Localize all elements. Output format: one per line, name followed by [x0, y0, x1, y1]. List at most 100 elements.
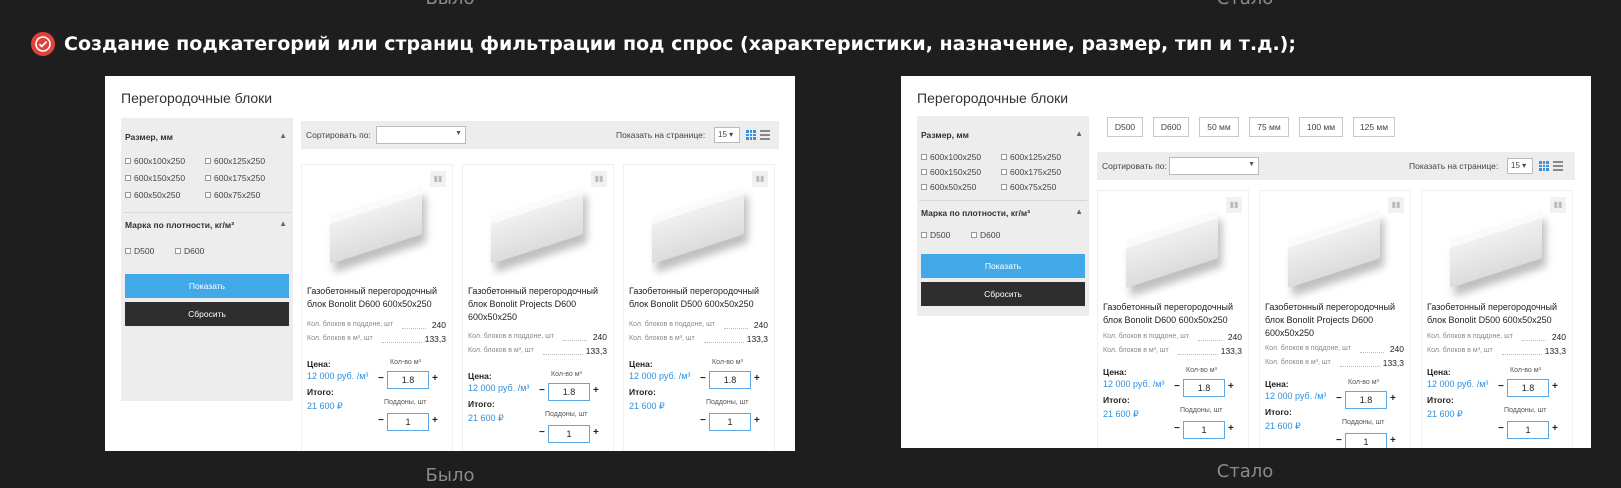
minus-button[interactable]: −: [1336, 435, 1342, 446]
plus-button[interactable]: +: [754, 415, 760, 426]
checkbox-icon[interactable]: [125, 158, 131, 164]
plus-button[interactable]: +: [1228, 381, 1234, 392]
chevron-up-icon[interactable]: ▲: [279, 219, 287, 228]
product-image[interactable]: [491, 186, 583, 264]
product-card[interactable]: ▮▮ Газобетонный перегородочный блок Bonol…: [301, 164, 453, 451]
product-name[interactable]: Газобетонный перегородочный блок Bonolit…: [307, 285, 451, 311]
size-checkbox[interactable]: 600x150x250: [125, 173, 185, 183]
pallets-input[interactable]: 1: [548, 425, 590, 443]
density-checkbox[interactable]: D500: [921, 230, 950, 240]
compare-icon[interactable]: ▮▮: [430, 171, 446, 187]
product-card[interactable]: ▮▮ Газобетонный перегородочный блок Bonol…: [1259, 190, 1411, 448]
show-button[interactable]: Показать: [125, 274, 289, 298]
checkbox-icon[interactable]: [921, 154, 927, 160]
checkbox-icon[interactable]: [1001, 154, 1007, 160]
plus-button[interactable]: +: [1552, 381, 1558, 392]
plus-button[interactable]: +: [1228, 423, 1234, 434]
product-name[interactable]: Газобетонный перегородочный блок Bonolit…: [629, 285, 773, 311]
size-checkbox[interactable]: 600x50x250: [125, 190, 180, 200]
quick-filter-tag[interactable]: 125 мм: [1353, 117, 1395, 137]
plus-button[interactable]: +: [593, 427, 599, 438]
size-checkbox[interactable]: 600x75x250: [1001, 182, 1056, 192]
checkbox-icon[interactable]: [205, 158, 211, 164]
minus-button[interactable]: −: [1498, 381, 1504, 392]
compare-icon[interactable]: ▮▮: [1550, 197, 1566, 213]
minus-button[interactable]: −: [1174, 381, 1180, 392]
list-view-icon[interactable]: [1553, 161, 1563, 171]
checkbox-icon[interactable]: [125, 248, 131, 254]
quick-filter-tag[interactable]: 50 мм: [1199, 117, 1239, 137]
product-name[interactable]: Газобетонный перегородочный блок Bonolit…: [1427, 301, 1571, 327]
size-checkbox[interactable]: 600x125x250: [1001, 152, 1061, 162]
quick-filter-tag[interactable]: D600: [1153, 117, 1189, 137]
product-image[interactable]: [1288, 210, 1380, 288]
checkbox-icon[interactable]: [125, 175, 131, 181]
product-name[interactable]: Газобетонный перегородочный блок Bonolit…: [1103, 301, 1247, 327]
per-page-select[interactable]: 15 ▾: [1507, 158, 1533, 174]
product-image[interactable]: [1126, 210, 1218, 288]
checkbox-icon[interactable]: [1001, 169, 1007, 175]
list-view-icon[interactable]: [760, 130, 770, 140]
checkbox-icon[interactable]: [1001, 184, 1007, 190]
product-name[interactable]: Газобетонный перегородочный блок Bonolit…: [1265, 301, 1409, 340]
quick-filter-tag[interactable]: D500: [1107, 117, 1143, 137]
compare-icon[interactable]: ▮▮: [591, 171, 607, 187]
chevron-up-icon[interactable]: ▲: [279, 131, 287, 140]
minus-button[interactable]: −: [1174, 423, 1180, 434]
product-image[interactable]: [330, 186, 422, 264]
size-checkbox[interactable]: 600x100x250: [921, 152, 981, 162]
plus-button[interactable]: +: [754, 373, 760, 384]
checkbox-icon[interactable]: [921, 169, 927, 175]
show-button[interactable]: Показать: [921, 254, 1085, 278]
qty-m3-input[interactable]: 1.8: [1507, 379, 1549, 397]
plus-button[interactable]: +: [1390, 435, 1396, 446]
size-checkbox[interactable]: 600x50x250: [921, 182, 976, 192]
minus-button[interactable]: −: [1336, 393, 1342, 404]
reset-button[interactable]: Сбросить: [125, 302, 289, 326]
quick-filter-tag[interactable]: 75 мм: [1249, 117, 1289, 137]
size-checkbox[interactable]: 600x75x250: [205, 190, 260, 200]
checkbox-icon[interactable]: [175, 248, 181, 254]
qty-m3-input[interactable]: 1.8: [1345, 391, 1387, 409]
pallets-input[interactable]: 1: [709, 413, 751, 431]
grid-view-icon[interactable]: [746, 130, 756, 140]
per-page-select[interactable]: 15 ▾: [714, 127, 740, 143]
pallets-input[interactable]: 1: [387, 413, 429, 431]
qty-m3-input[interactable]: 1.8: [387, 371, 429, 389]
size-checkbox[interactable]: 600x150x250: [921, 167, 981, 177]
compare-icon[interactable]: ▮▮: [752, 171, 768, 187]
plus-button[interactable]: +: [1390, 393, 1396, 404]
sort-select[interactable]: ▼: [376, 126, 466, 144]
size-checkbox[interactable]: 600x175x250: [205, 173, 265, 183]
checkbox-icon[interactable]: [205, 192, 211, 198]
density-checkbox[interactable]: D600: [971, 230, 1000, 240]
minus-button[interactable]: −: [378, 415, 384, 426]
qty-m3-input[interactable]: 1.8: [548, 383, 590, 401]
product-image[interactable]: [1450, 210, 1542, 288]
pallets-input[interactable]: 1: [1507, 421, 1549, 439]
density-checkbox[interactable]: D600: [175, 246, 204, 256]
checkbox-icon[interactable]: [921, 184, 927, 190]
plus-button[interactable]: +: [1552, 423, 1558, 434]
checkbox-icon[interactable]: [971, 232, 977, 238]
minus-button[interactable]: −: [700, 415, 706, 426]
minus-button[interactable]: −: [378, 373, 384, 384]
product-card[interactable]: ▮▮ Газобетонный перегородочный блок Bonol…: [1097, 190, 1249, 448]
qty-m3-input[interactable]: 1.8: [709, 371, 751, 389]
size-checkbox[interactable]: 600x125x250: [205, 156, 265, 166]
qty-m3-input[interactable]: 1.8: [1183, 379, 1225, 397]
minus-button[interactable]: −: [539, 385, 545, 396]
size-checkbox[interactable]: 600x100x250: [125, 156, 185, 166]
plus-button[interactable]: +: [593, 385, 599, 396]
product-card[interactable]: ▮▮ Газобетонный перегородочный блок Bonol…: [623, 164, 775, 451]
reset-button[interactable]: Сбросить: [921, 282, 1085, 306]
chevron-up-icon[interactable]: ▲: [1075, 129, 1083, 138]
minus-button[interactable]: −: [539, 427, 545, 438]
density-checkbox[interactable]: D500: [125, 246, 154, 256]
product-card[interactable]: ▮▮ Газобетонный перегородочный блок Bonol…: [462, 164, 614, 451]
size-checkbox[interactable]: 600x175x250: [1001, 167, 1061, 177]
plus-button[interactable]: +: [432, 373, 438, 384]
checkbox-icon[interactable]: [205, 175, 211, 181]
pallets-input[interactable]: 1: [1345, 433, 1387, 448]
product-card[interactable]: ▮▮ Газобетонный перегородочный блок Bonol…: [1421, 190, 1573, 448]
